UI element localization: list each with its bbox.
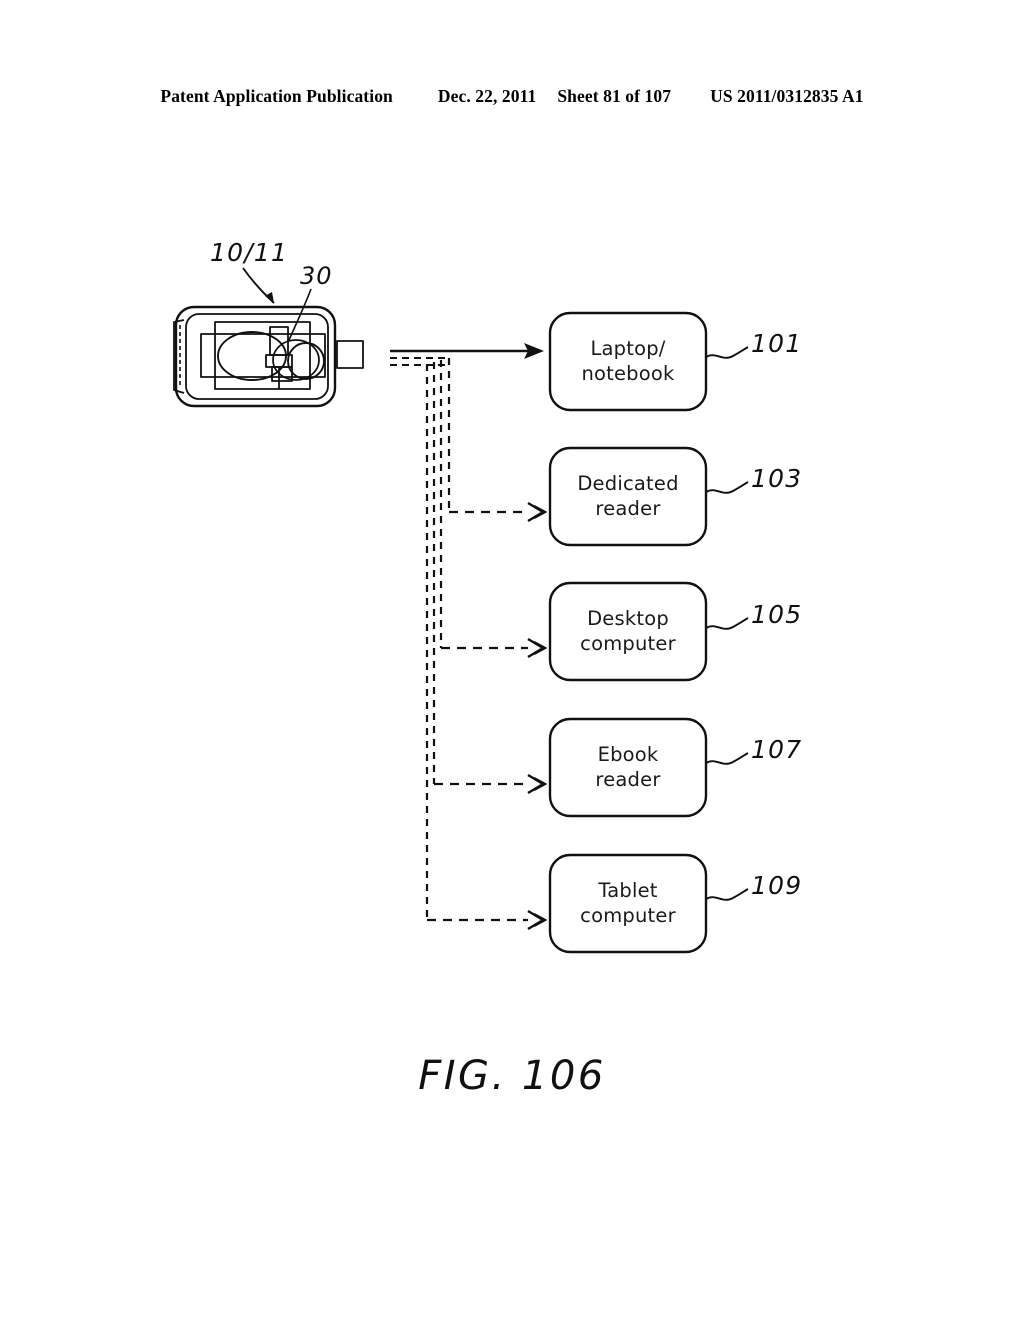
figure-caption: FIG. 106 [418,1053,606,1099]
source-device-illustration [173,305,364,408]
reference-numeral-107: 107 [751,735,803,764]
device-module-wide-rect [200,333,326,378]
box-label-line1: Dedicated [577,472,679,495]
reference-numeral-103: 103 [751,464,803,493]
reference-numeral-101: 101 [751,329,803,358]
reference-lead-lines [705,346,749,901]
figure-106: Laptop/ notebook Dedicated reader Deskto… [0,0,1024,1320]
lead-line-101 [705,346,749,359]
bus-hatch-marks [390,350,447,366]
device-inner-shell [185,313,329,400]
reference-numeral-109: 109 [751,871,803,900]
box-label-line1: Laptop/ [590,337,666,360]
box-label-line2: reader [595,768,661,791]
arrowhead-tablet-computer-inner [533,912,548,928]
arrowhead-dedicated-reader-inner [533,504,548,520]
box-label-line2: reader [595,497,661,520]
lead-line-103 [705,481,749,494]
figure-drawing [173,267,749,954]
branch-arrowheads [527,501,548,931]
box-label-line2: computer [580,632,676,655]
reference-numeral-10-11: 10/11 [210,238,289,267]
box-label-desktop-computer: Desktop computer [550,606,706,656]
arrowhead-ebook-reader-inner [533,776,548,792]
dashed-trunks [425,358,451,920]
arrowhead-desktop-computer-inner [533,640,548,656]
box-label-tablet-computer: Tablet computer [550,878,706,928]
connector-bus [390,343,548,931]
box-label-line2: notebook [581,362,675,385]
box-label-ebook-reader: Ebook reader [550,742,706,792]
box-label-line2: computer [580,904,676,927]
box-label-dedicated-reader: Dedicated reader [550,471,706,521]
reference-numeral-105: 105 [751,600,803,629]
lead-line-109 [705,888,749,901]
box-label-line1: Ebook [597,743,659,766]
lead-line-107 [705,752,749,765]
dashed-branches [427,510,528,922]
lead-line-105 [705,617,749,630]
leader-arrowhead-10-11 [265,292,274,303]
box-label-laptop-notebook: Laptop/ notebook [550,336,706,386]
box-label-line1: Desktop [587,607,669,630]
reference-numeral-30: 30 [300,262,333,290]
device-connector-tab [336,340,364,369]
box-label-line1: Tablet [598,879,658,902]
device-primary-ellipse [217,331,287,381]
